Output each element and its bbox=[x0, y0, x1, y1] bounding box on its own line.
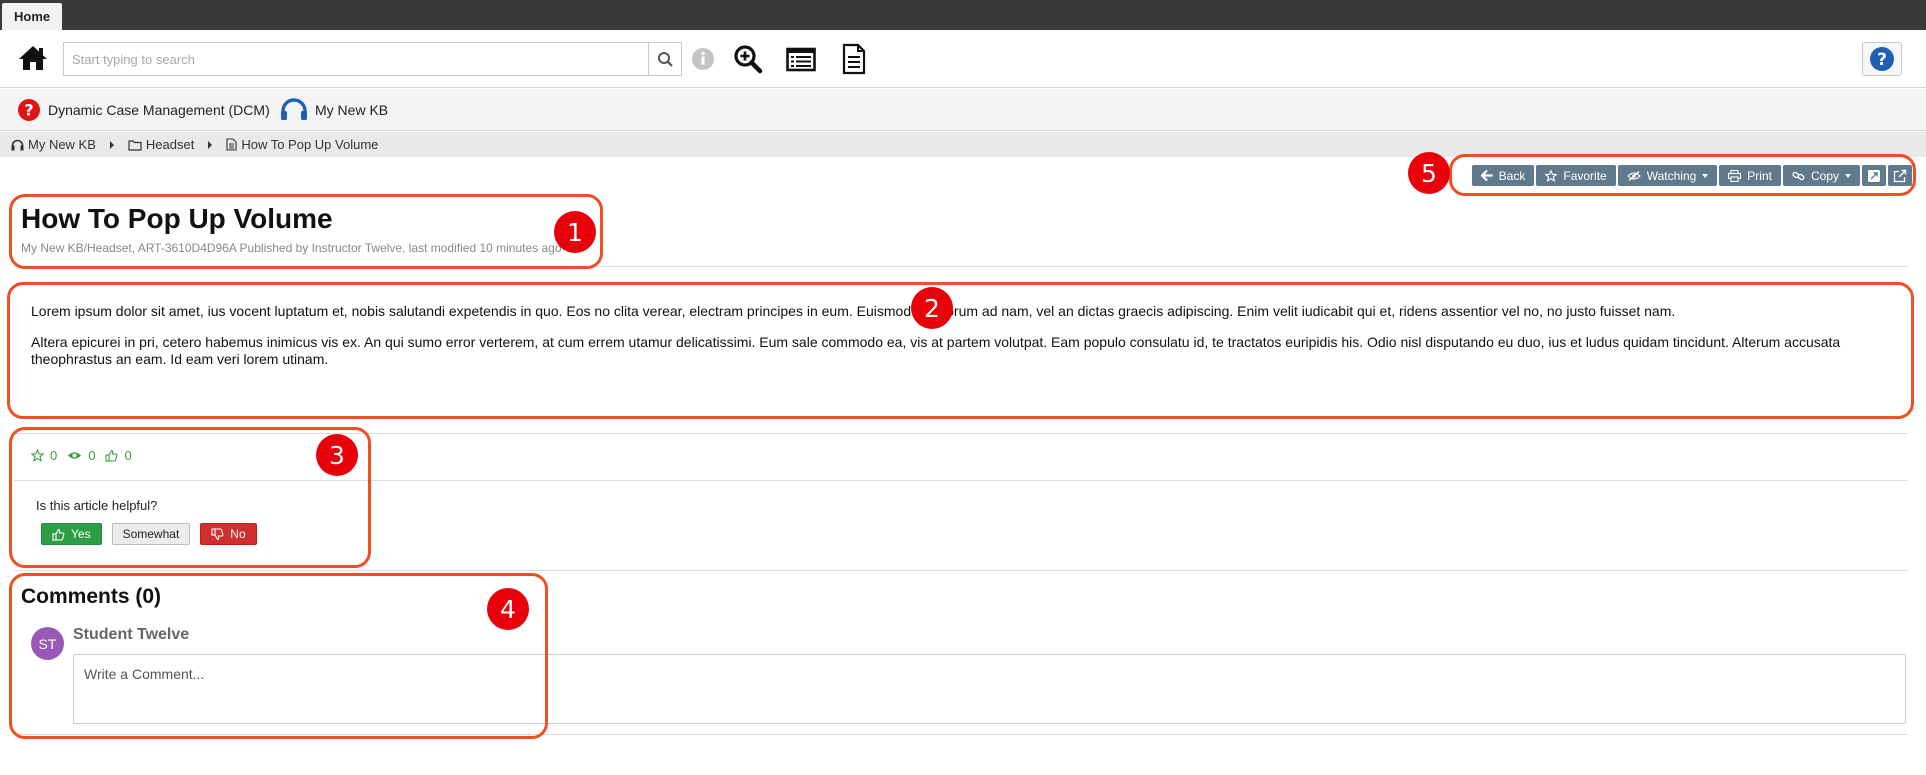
link-icon bbox=[1792, 171, 1805, 180]
open-external-button[interactable] bbox=[1888, 165, 1912, 186]
document-icon bbox=[226, 138, 237, 151]
copy-dropdown[interactable]: Copy bbox=[1782, 165, 1860, 186]
folder-icon bbox=[128, 139, 142, 151]
thumbs-down-icon bbox=[211, 527, 224, 540]
headset-icon bbox=[11, 139, 24, 150]
somewhat-label: Somewhat bbox=[122, 527, 180, 541]
kb-link-dcm[interactable]: ? Dynamic Case Management (DCM) bbox=[17, 97, 270, 123]
back-label: Back bbox=[1498, 168, 1526, 183]
list-view-icon[interactable] bbox=[786, 42, 816, 76]
breadcrumb-separator-icon bbox=[208, 140, 213, 149]
helpful-somewhat-button[interactable]: Somewhat bbox=[111, 523, 191, 545]
star-icon bbox=[1545, 169, 1558, 182]
search-button[interactable] bbox=[648, 43, 681, 75]
headset-icon bbox=[281, 98, 307, 120]
likes-count: 0 bbox=[105, 448, 132, 463]
yes-label: Yes bbox=[71, 527, 91, 541]
thumbs-up-icon bbox=[105, 449, 118, 462]
print-icon bbox=[1728, 169, 1742, 182]
views-count: 0 bbox=[67, 448, 95, 463]
breadcrumb-label: Headset bbox=[145, 137, 195, 152]
caret-down-icon bbox=[1702, 173, 1709, 178]
breadcrumb-item-article[interactable]: How To Pop Up Volume bbox=[226, 137, 378, 152]
main-toolbar: ? bbox=[0, 30, 1926, 88]
commenter-name: Student Twelve bbox=[73, 626, 190, 643]
likes-value: 0 bbox=[124, 448, 132, 463]
caret-down-icon bbox=[1845, 173, 1851, 178]
svg-text:?: ? bbox=[24, 101, 33, 120]
article-body: Lorem ipsum dolor sit amet, ius vocent l… bbox=[31, 303, 1893, 382]
article-meta: My New KB/Headset, ART-3610D4D96A Publis… bbox=[21, 241, 562, 255]
favorites-value: 0 bbox=[50, 448, 58, 463]
divider bbox=[14, 480, 1908, 481]
back-button[interactable]: Back bbox=[1471, 165, 1535, 186]
arrow-left-icon bbox=[1480, 170, 1493, 181]
watching-dropdown[interactable]: Watching bbox=[1617, 165, 1718, 186]
help-button[interactable]: ? bbox=[1862, 42, 1902, 76]
annotation-badge-4: 4 bbox=[487, 588, 529, 630]
knowledge-base-bar: ? Dynamic Case Management (DCM) My New K… bbox=[0, 89, 1926, 131]
divider bbox=[14, 266, 1908, 267]
search-icon bbox=[658, 52, 673, 67]
question-circle-icon: ? bbox=[18, 99, 40, 121]
views-value: 0 bbox=[88, 448, 96, 463]
kb-link-label: My New KB bbox=[315, 102, 389, 118]
breadcrumb-item-my-new-kb[interactable]: My New KB bbox=[11, 137, 96, 152]
eye-icon bbox=[68, 452, 82, 459]
favorite-label: Favorite bbox=[1563, 168, 1607, 183]
article-actions: Back Favorite Watching Print Copy bbox=[1471, 165, 1912, 186]
helpful-no-button[interactable]: No bbox=[200, 523, 257, 545]
annotation-badge-3: 3 bbox=[316, 434, 358, 476]
eye-slash-icon bbox=[1626, 170, 1641, 181]
comment-input[interactable] bbox=[74, 655, 1905, 723]
favorite-button[interactable]: Favorite bbox=[1536, 165, 1616, 186]
top-tab-bar: Home bbox=[0, 0, 1926, 30]
help-icon: ? bbox=[1870, 47, 1894, 71]
external-link-icon bbox=[1893, 169, 1907, 182]
expand-icon bbox=[1868, 169, 1880, 182]
breadcrumb-item-headset[interactable]: Headset bbox=[128, 137, 194, 152]
no-label: No bbox=[230, 527, 246, 541]
search-box bbox=[63, 42, 682, 76]
copy-label: Copy bbox=[1810, 168, 1839, 183]
search-input[interactable] bbox=[64, 43, 649, 75]
breadcrumb-label: How To Pop Up Volume bbox=[241, 137, 379, 152]
kb-link-label: Dynamic Case Management (DCM) bbox=[48, 102, 270, 118]
article-title: How To Pop Up Volume bbox=[21, 203, 333, 234]
home-icon[interactable] bbox=[18, 44, 50, 74]
breadcrumb-label: My New KB bbox=[28, 137, 96, 152]
comments-heading: Comments (0) bbox=[21, 585, 162, 608]
tab-home[interactable]: Home bbox=[2, 3, 63, 30]
zoom-in-icon[interactable] bbox=[733, 42, 763, 76]
annotation-badge-5: 5 bbox=[1408, 152, 1450, 194]
favorites-count: 0 bbox=[31, 448, 57, 463]
print-button[interactable]: Print bbox=[1719, 165, 1781, 186]
divider bbox=[14, 734, 1908, 735]
helpful-yes-button[interactable]: Yes bbox=[41, 523, 102, 545]
kb-link-my-new-kb[interactable]: My New KB bbox=[280, 97, 388, 123]
print-label: Print bbox=[1747, 168, 1772, 183]
document-icon[interactable] bbox=[841, 42, 867, 76]
expand-button[interactable] bbox=[1862, 165, 1886, 186]
divider bbox=[14, 433, 1908, 434]
article-paragraph: Lorem ipsum dolor sit amet, ius vocent l… bbox=[31, 303, 1676, 319]
breadcrumb: My New KB Headset How To Pop Up Volume bbox=[0, 132, 1926, 157]
annotation-badge-2: 2 bbox=[911, 287, 953, 329]
info-icon[interactable] bbox=[691, 42, 715, 76]
article-stats: 0 0 0 bbox=[31, 448, 142, 463]
divider bbox=[14, 570, 1908, 571]
helpful-question: Is this article helpful? bbox=[36, 498, 158, 513]
breadcrumb-separator-icon bbox=[109, 140, 114, 149]
svg-text:?: ? bbox=[1877, 50, 1887, 70]
annotation-badge-1: 1 bbox=[554, 211, 596, 253]
comment-box bbox=[73, 654, 1906, 724]
feedback-buttons: Yes Somewhat No bbox=[41, 523, 257, 545]
avatar: ST bbox=[31, 627, 64, 660]
watching-label: Watching bbox=[1646, 168, 1697, 183]
article-paragraph: Altera epicurei in pri, cetero habemus i… bbox=[31, 334, 1841, 367]
thumbs-up-icon bbox=[52, 528, 65, 541]
star-icon bbox=[31, 449, 44, 462]
